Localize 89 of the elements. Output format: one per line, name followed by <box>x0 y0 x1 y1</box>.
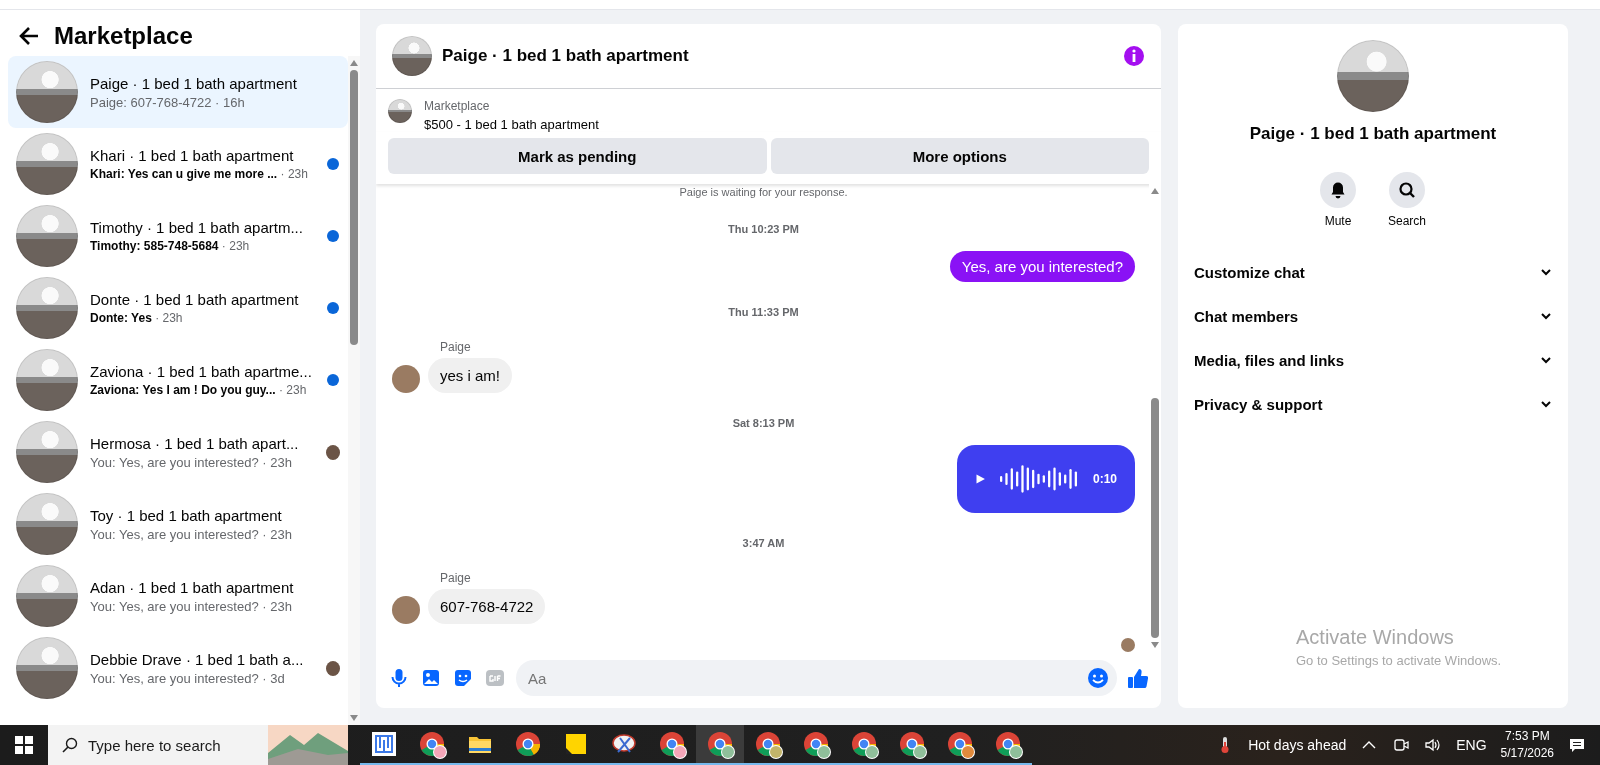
conversation-title: Zaviona · 1 bed 1 bath apartme... <box>90 363 313 380</box>
page-title: Marketplace <box>54 22 193 50</box>
browser-icon <box>514 730 542 758</box>
grid-app-icon <box>370 730 398 758</box>
conversation-item[interactable]: Debbie Drave · 1 bed 1 bath a... You: Yes, are you interested? · 3d <box>8 632 348 704</box>
camera-icon[interactable] <box>1392 736 1411 754</box>
conversation-item[interactable]: Paige · 1 bed 1 bath apartment Paige: 607-768-4722 · 16h <box>8 56 348 128</box>
contact-name: Paige · 1 bed 1 bath apartment <box>1249 124 1497 144</box>
scroll-down-icon[interactable] <box>1151 642 1159 648</box>
conversation-preview: Donte: Yes · 23h <box>90 311 184 325</box>
conversation-preview: You: Yes, are you interested? · 23h <box>90 598 293 614</box>
action-button[interactable]: Mark as pending <box>388 138 767 174</box>
status-text: Paige is waiting for your response. <box>678 186 849 199</box>
taskbar-search[interactable]: Type here to search <box>48 725 348 765</box>
conversation-title: Paige · 1 bed 1 bath apartment <box>90 74 298 92</box>
conversation-preview: You: Yes, are you interested? · 23h <box>90 526 293 542</box>
info-icon[interactable] <box>1123 45 1145 67</box>
bell-icon <box>1329 181 1347 199</box>
photo-placeholder <box>388 99 412 123</box>
thumbs-up-icon[interactable] <box>1127 667 1149 689</box>
sender-name: Paige <box>440 340 472 354</box>
conversation-item[interactable]: Adan · 1 bed 1 bath apartment You: Yes, are you interested? · 23h <box>8 560 348 632</box>
message-bubble: 607-768-4722 <box>428 589 546 624</box>
scroll-down-icon[interactable] <box>350 715 358 721</box>
accordion-item[interactable]: Customize chat <box>1186 250 1560 294</box>
conversation-title: Hermosa · 1 bed 1 bath apart... <box>90 434 300 452</box>
timestamp: Thu 11:33 PM <box>727 306 800 318</box>
conversation-title: Khari · 1 bed 1 bath apartment <box>90 147 295 164</box>
message-bubble: Yes, are you interested? <box>949 251 1135 282</box>
action-button[interactable]: More options <box>770 138 1149 174</box>
message-input[interactable]: Aa <box>516 660 1117 696</box>
listing-title: $500 - 1 bed 1 bath apartment <box>424 117 599 132</box>
sender-name: Paige <box>440 571 472 585</box>
conversation-preview: Khari: Yes can u give me more ... · 23h <box>90 167 309 181</box>
seen-avatar <box>1121 638 1135 652</box>
back-arrow-icon[interactable] <box>18 25 40 47</box>
accordion-item[interactable]: Media, files and links <box>1186 338 1560 382</box>
play-icon[interactable] <box>975 472 986 486</box>
conversation-title: Debbie Drave · 1 bed 1 bath a... <box>90 650 305 668</box>
notifications-icon[interactable] <box>1568 736 1586 754</box>
windows-logo-icon <box>15 736 33 754</box>
duration-text: 0:10 <box>1092 472 1117 486</box>
unread-dot <box>327 302 339 314</box>
timestamp: 3:47 AM <box>741 537 786 549</box>
conversation-item[interactable]: Timothy · 1 bed 1 bath apartm... Timothy: 585-748-5684 · 23h <box>8 200 348 272</box>
conversation-item[interactable]: Zaviona · 1 bed 1 bath apartme... Zaviona: Yes I am ! Do you guy... · 23h <box>8 344 348 416</box>
conversation-item[interactable]: Khari · 1 bed 1 bath apartment Khari: Yes can u give me more ... · 23h <box>8 128 348 200</box>
scroll-up-icon[interactable] <box>350 60 358 66</box>
accordion-item[interactable]: Privacy & support <box>1186 382 1560 426</box>
conversation-item[interactable]: Toy · 1 bed 1 bath apartment You: Yes, are you interested? · 23h <box>8 488 348 560</box>
speaker-icon[interactable] <box>1424 736 1443 754</box>
conversation-item[interactable]: Donte · 1 bed 1 bath apartment Donte: Yes · 23h <box>8 272 348 344</box>
scrollbar-thumb[interactable] <box>350 70 358 345</box>
language-indicator[interactable]: ENG <box>1456 737 1487 753</box>
timestamp: Sat 8:13 PM <box>731 417 796 429</box>
voice-message[interactable]: 0:10 <box>957 445 1135 513</box>
conversation-preview: You: Yes, are you interested? · 23h <box>90 454 293 470</box>
conversation-title: Toy · 1 bed 1 bath apartment <box>90 506 283 524</box>
activation-subtitle: Go to Settings to activate Windows. <box>1296 653 1502 668</box>
unread-dot <box>327 230 339 242</box>
clock[interactable]: 7:53 PM 5/17/2026 <box>1500 728 1554 762</box>
emoji-icon[interactable] <box>1087 667 1109 689</box>
unread-dot <box>327 374 339 386</box>
activation-title: Activate Windows <box>1296 626 1455 649</box>
listing-source: Marketplace <box>424 99 491 113</box>
image-icon[interactable] <box>420 667 442 689</box>
conversation-preview: Paige: 607-768-4722 · 16h <box>90 94 246 110</box>
unread-dot <box>327 158 339 170</box>
accordion-item[interactable]: Chat members <box>1186 294 1560 338</box>
sticker-icon[interactable] <box>452 667 474 689</box>
conversation-preview: Zaviona: Yes I am ! Do you guy... · 23h <box>90 383 308 397</box>
conversation-preview: You: Yes, are you interested? · 3d <box>90 670 286 686</box>
scrollbar-thumb[interactable] <box>1151 398 1159 638</box>
chat-title: Paige · 1 bed 1 bath apartment <box>442 46 690 66</box>
conversation-preview: Timothy: 585-748-5684 · 23h <box>90 239 251 253</box>
taskbar-app[interactable] <box>696 725 744 765</box>
message-bubble: yes i am! <box>428 358 512 393</box>
search-icon <box>1398 181 1416 199</box>
scroll-up-icon[interactable] <box>1151 188 1159 194</box>
weather-text[interactable]: Hot days ahead <box>1248 737 1347 753</box>
timestamp: Thu 10:23 PM <box>727 223 800 235</box>
conversation-title: Adan · 1 bed 1 bath apartment <box>90 578 295 596</box>
avatar <box>392 596 420 624</box>
conversation-item[interactable]: Hermosa · 1 bed 1 bath apart... You: Yes, are you interested? · 23h <box>8 416 348 488</box>
conversation-title: Timothy · 1 bed 1 bath apartm... <box>90 219 304 236</box>
conversation-title: Donte · 1 bed 1 bath apartment <box>90 291 300 308</box>
photo-placeholder <box>392 36 432 76</box>
avatar <box>392 365 420 393</box>
search-icon <box>62 737 78 753</box>
